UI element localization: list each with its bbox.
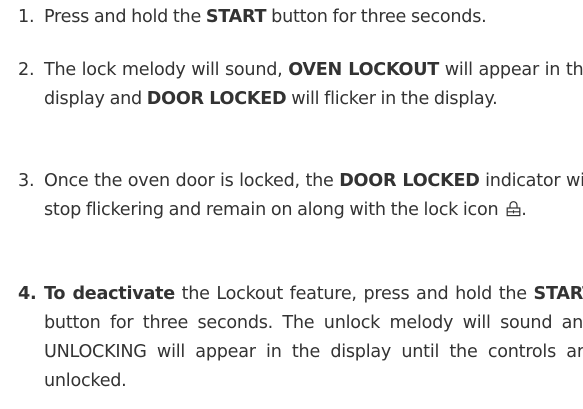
step-text: will flicker in the display. <box>286 89 498 109</box>
start-button-label: START <box>533 284 583 304</box>
step-text: button for three seconds. The unlock mel… <box>44 313 583 391</box>
step-1: 1. Press and hold the START button for t… <box>18 3 583 32</box>
step-number: 4. <box>18 284 37 304</box>
step-text: button for three seconds. <box>266 7 487 27</box>
step-text: Press and hold the <box>44 7 206 27</box>
step-3: 3. Once the oven door is locked, the DOO… <box>18 167 583 225</box>
step-number: 3. <box>18 171 35 191</box>
step-text: the Lockout feature, press and hold the <box>174 284 534 304</box>
step-number: 2. <box>18 60 35 80</box>
lock-icon <box>506 200 521 217</box>
start-button-label: START <box>205 7 267 27</box>
oven-lockout-label: OVEN LOCKOUT <box>288 60 440 80</box>
to-deactivate-label: To deactivate <box>44 284 175 304</box>
step-text: . <box>521 200 527 220</box>
door-locked-label: DOOR LOCKED <box>146 89 287 109</box>
step-text: The lock melody will sound, <box>44 60 289 80</box>
step-2: 2. The lock melody will sound, OVEN LOCK… <box>18 56 583 114</box>
step-4: 4. To deactivate the Lockout feature, pr… <box>18 280 583 396</box>
step-text: Once the oven door is locked, the <box>44 171 340 191</box>
door-locked-label: DOOR LOCKED <box>339 171 480 191</box>
step-number: 1. <box>18 7 35 27</box>
